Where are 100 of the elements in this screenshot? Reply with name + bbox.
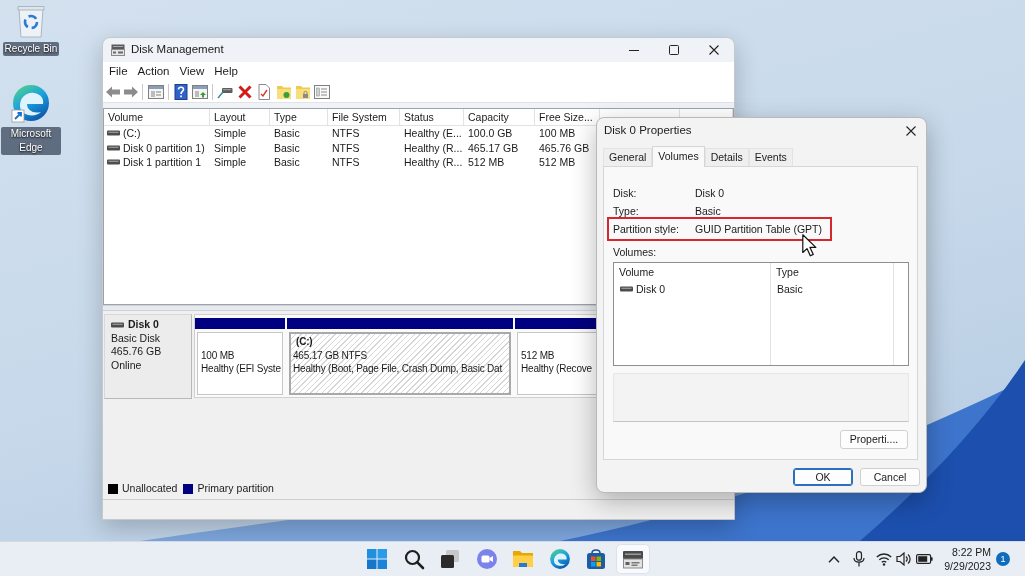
table-cell-text: NTFS: [331, 126, 361, 141]
window-panel-icon[interactable]: [148, 84, 164, 100]
dialog-title: Disk 0 Properties: [604, 124, 692, 138]
folder-icon[interactable]: [512, 548, 535, 570]
properties-button[interactable]: Properti....: [840, 430, 908, 449]
menu-item[interactable]: Action: [132, 65, 175, 79]
column-header[interactable]: Status: [400, 109, 464, 126]
field-label: Partition style:: [613, 222, 680, 236]
maximize-icon[interactable]: [669, 45, 679, 55]
list-header[interactable]: Type: [771, 263, 894, 281]
table-cell-text: Healthy (E...: [403, 126, 463, 141]
chevron-up-icon[interactable]: [828, 555, 841, 563]
list-window-icon[interactable]: [314, 84, 330, 100]
table-cell-text: 512 MB: [538, 155, 577, 170]
drive-icon: [107, 144, 120, 151]
disk-type: Basic Disk: [111, 331, 160, 346]
drive-icon[interactable]: [616, 544, 651, 574]
partition-box[interactable]: 100 MB Healthy (EFI Syste: [197, 332, 283, 395]
list-caption: Volumes:: [613, 245, 657, 260]
back-arrow-icon[interactable]: [105, 84, 121, 100]
help-icon[interactable]: [173, 84, 189, 100]
wifi-icon[interactable]: [876, 552, 893, 566]
recycle-bin-icon[interactable]: [16, 4, 46, 38]
close-icon[interactable]: [709, 45, 719, 55]
partition-box[interactable]: (C:) 465.17 GB NTFS Healthy (Boot, Page File, Crash Dump, Basic Dat: [289, 332, 511, 395]
window-panel-icon[interactable]: [192, 84, 208, 100]
drive-icon: [107, 130, 120, 137]
partition-status: Healthy (EFI Syste: [201, 362, 281, 376]
field-value: GUID Partition Table (GPT): [695, 222, 822, 236]
table-cell-text: Basic: [273, 126, 301, 141]
disk-capacity: 465.76 GB: [111, 345, 162, 359]
table-cell-text: 100 MB: [538, 126, 577, 141]
table-cell-text: Healthy (R...: [403, 140, 464, 155]
tab[interactable]: Details: [704, 148, 749, 166]
menu-item[interactable]: View: [174, 65, 210, 79]
start-icon[interactable]: [365, 548, 388, 570]
tab[interactable]: Volumes: [652, 146, 705, 167]
tab[interactable]: General: [603, 148, 653, 166]
notification-badge[interactable]: 1: [996, 552, 1010, 566]
folder-icon[interactable]: [276, 84, 292, 100]
dialog-button[interactable]: Cancel: [860, 468, 920, 486]
field-value: Basic: [695, 204, 721, 218]
drive-icon: [111, 44, 125, 56]
partition-size: 100 MB: [201, 348, 235, 362]
field-value: Disk 0: [695, 186, 725, 200]
table-cell: Disk 0 partition 1): [123, 140, 205, 155]
table-cell-text: 100.0 GB: [467, 126, 514, 141]
tab[interactable]: Events: [748, 148, 793, 166]
battery-icon[interactable]: [916, 554, 934, 564]
table-cell: (C:): [123, 126, 141, 141]
menu-item[interactable]: Help: [209, 65, 243, 79]
table-cell-text: Basic: [273, 140, 301, 155]
list-cell[interactable]: Basic: [771, 281, 894, 297]
minimize-icon[interactable]: [629, 49, 639, 51]
column-header[interactable]: File System: [328, 109, 400, 126]
forward-arrow-icon[interactable]: [123, 84, 139, 100]
shopping-bag-icon[interactable]: [585, 548, 608, 570]
column-header[interactable]: Type: [270, 109, 328, 126]
search-icon[interactable]: [402, 548, 425, 570]
speaker-icon[interactable]: [896, 552, 913, 566]
legend-label: Primary partition: [197, 482, 274, 495]
table-cell-text: Simple: [213, 140, 248, 155]
delete-icon[interactable]: [237, 84, 253, 100]
browser-icon[interactable]: [548, 548, 571, 570]
folder-lock-icon[interactable]: [295, 84, 311, 100]
column-header[interactable]: Layout: [210, 109, 270, 126]
partition-status: Healthy (Recove: [521, 362, 592, 376]
drive-icon: [107, 159, 120, 166]
microphone-icon[interactable]: [853, 551, 866, 567]
partition-size: 465.17 GB NTFS: [293, 348, 367, 362]
browser-shortcut-icon[interactable]: [11, 83, 51, 123]
table-cell-text: Healthy (R...: [403, 155, 464, 170]
list-header[interactable]: Volume: [614, 263, 771, 281]
desktop-icon-label[interactable]: Microsoft Edge: [1, 127, 61, 155]
mouse-pointer-icon: [802, 234, 817, 257]
disk-info-panel[interactable]: Disk 0 Basic Disk 465.76 GB Online: [104, 314, 192, 399]
dialog-button[interactable]: OK: [793, 468, 853, 486]
partition-status: Healthy (Boot, Page File, Crash Dump, Basic Dat: [293, 362, 503, 376]
list-cell[interactable]: Disk 0: [636, 282, 666, 296]
clock-date[interactable]: 9/29/2023: [944, 559, 991, 573]
desktop-icon-label[interactable]: Recycle Bin: [2, 42, 60, 56]
menu-item[interactable]: File: [104, 65, 133, 79]
table-cell-text: Basic: [273, 155, 301, 170]
disk-status: Online: [111, 358, 142, 373]
table-cell-text: 512 MB: [467, 155, 506, 170]
column-header[interactable]: Volume: [104, 109, 210, 126]
table-cell-text: NTFS: [331, 155, 361, 170]
table-cell-text: 465.17 GB: [467, 140, 520, 155]
field-label: Disk:: [613, 186, 638, 200]
close-icon[interactable]: [906, 126, 916, 136]
checked-document-icon[interactable]: [256, 84, 272, 100]
column-header[interactable]: Capacity: [464, 109, 535, 126]
task-view-icon[interactable]: [439, 548, 462, 570]
table-cell: Disk 1 partition 1: [123, 155, 202, 170]
clock-time[interactable]: 8:22 PM: [944, 545, 991, 559]
partition-size: 512 MB: [521, 348, 555, 362]
legend-label: Unallocated: [122, 482, 178, 495]
chat-icon[interactable]: [475, 548, 498, 570]
drive-icon: [111, 321, 124, 328]
window-title: Disk Management: [131, 43, 224, 57]
